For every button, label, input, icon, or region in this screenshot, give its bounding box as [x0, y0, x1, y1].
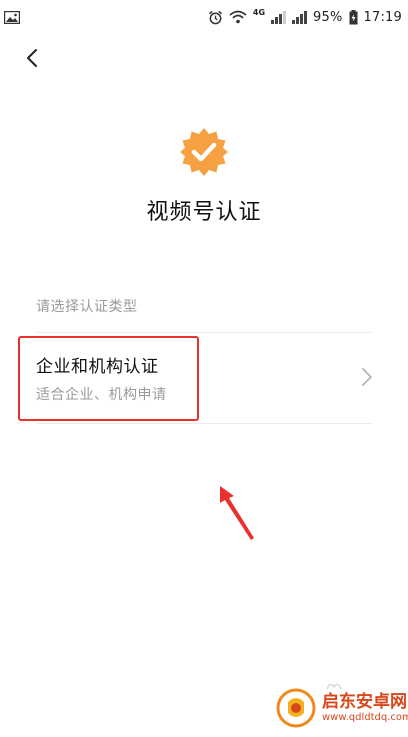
watermark-name: 启东安卓网	[322, 692, 407, 713]
status-bar: 4G 95% 17:19	[0, 0, 408, 34]
annotation-arrow-icon	[220, 486, 254, 540]
site-logo-icon	[276, 688, 316, 728]
gallery-notification-icon	[4, 10, 20, 24]
highlight-annotation-box	[18, 336, 199, 421]
battery-charging-icon	[349, 9, 358, 24]
verified-badge-icon	[180, 128, 228, 176]
wifi-icon	[229, 10, 247, 24]
watermark: 启东安卓网 www.qdldtdq.com	[276, 688, 408, 728]
chevron-left-icon	[27, 49, 37, 67]
divider	[36, 423, 372, 424]
page-title: 视频号认证	[146, 200, 262, 225]
signal-strength-icon	[271, 10, 287, 24]
verified-badge	[178, 126, 230, 178]
alarm-icon	[208, 10, 222, 24]
status-left	[4, 10, 20, 24]
battery-percent: 95%	[313, 9, 343, 25]
watermark-url: www.qdldtdq.com	[322, 711, 408, 723]
chevron-right-icon	[362, 368, 372, 386]
status-right: 4G 95% 17:19	[208, 8, 402, 25]
divider	[36, 332, 372, 333]
back-button[interactable]	[16, 42, 48, 74]
section-label: 请选择认证类型	[36, 299, 138, 315]
clock: 17:19	[363, 9, 402, 25]
network-type-label: 4G	[252, 8, 266, 17]
signal-strength-secondary-icon	[292, 10, 308, 24]
